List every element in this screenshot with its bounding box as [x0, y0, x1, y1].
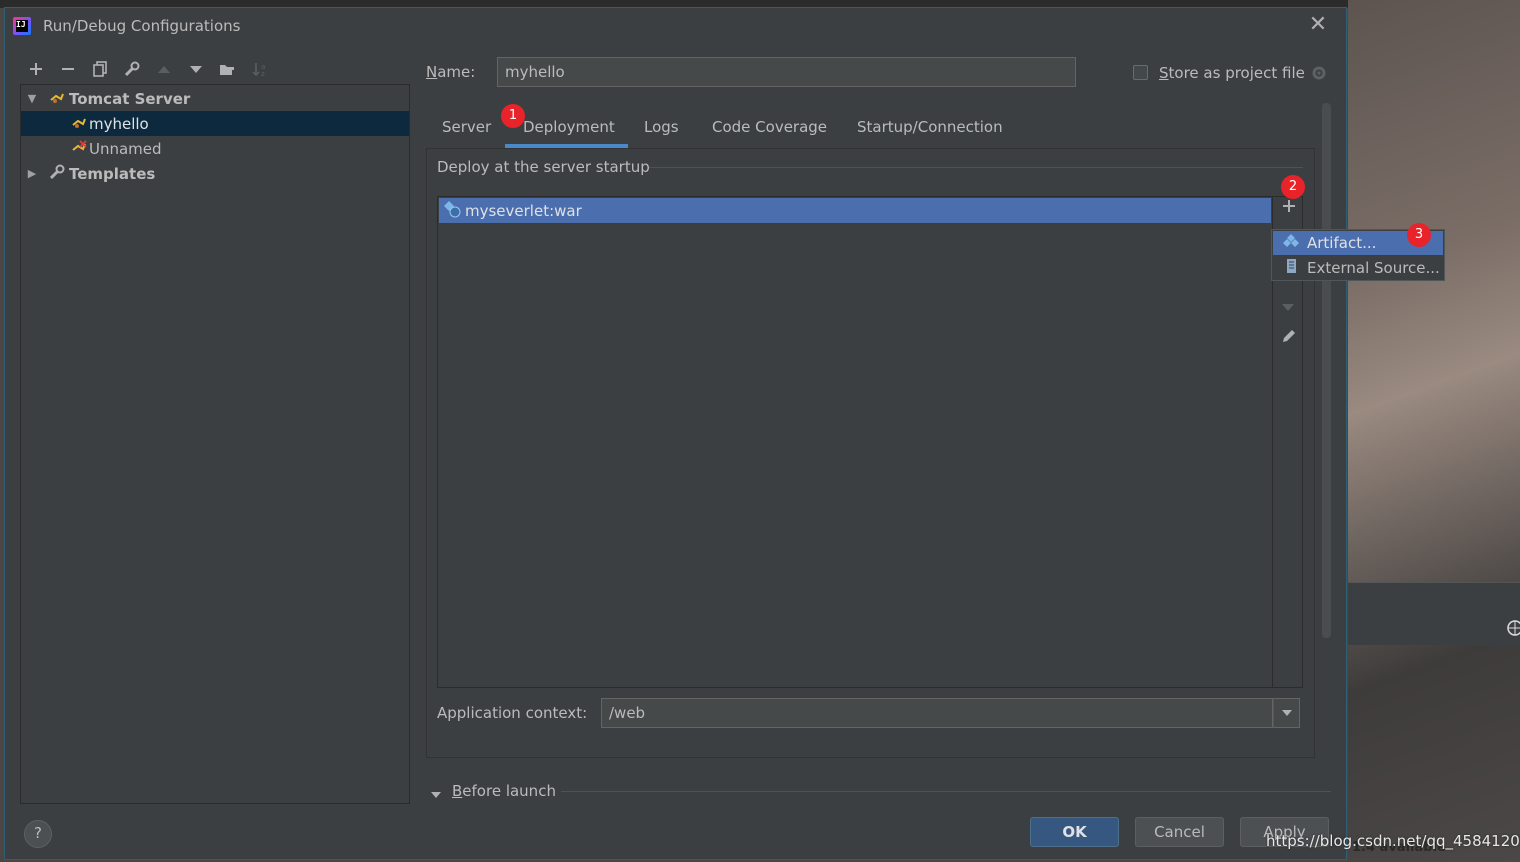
collapse-arrow-icon[interactable] [430, 786, 442, 804]
tree-item-label: Templates [69, 164, 156, 183]
help-button[interactable]: ? [24, 820, 52, 848]
close-button[interactable]: ✕ [1307, 14, 1329, 36]
store-project-label[interactable]: Store as project file [1159, 64, 1305, 82]
add-icon[interactable] [23, 58, 49, 80]
section-divider [649, 167, 1303, 168]
expanded-arrow-icon[interactable]: ▼ [27, 92, 37, 105]
step-badge: 2 [1281, 175, 1305, 199]
watermark: https://blog.csdn.net/qq_45841205 [1266, 832, 1520, 850]
wrench-icon[interactable] [119, 58, 145, 80]
app-context-field[interactable]: /web [601, 698, 1273, 728]
step-badge: 1 [501, 104, 525, 128]
tomcat-icon [49, 90, 65, 108]
app-context-dropdown[interactable] [1273, 698, 1300, 728]
store-project-checkbox[interactable] [1133, 65, 1148, 80]
artifact-label: myseverlet:war [465, 201, 582, 220]
run-debug-dialog: IJ Run/Debug Configurations ✕ az ▼ Tomca… [4, 7, 1445, 860]
step-badge: 3 [1407, 223, 1431, 247]
gear-icon[interactable] [1310, 64, 1328, 86]
list-item[interactable]: myseverlet:war [439, 198, 1271, 223]
background-panel-band [1348, 582, 1520, 645]
wrench-icon [49, 164, 65, 184]
artifact-list: myseverlet:war [437, 196, 1273, 688]
dialog-title: Run/Debug Configurations [43, 17, 241, 35]
copy-icon[interactable] [87, 58, 113, 80]
tree-item-label: Unnamed [89, 139, 162, 158]
menu-item-label: Artifact... [1307, 234, 1377, 252]
svg-text:z: z [261, 70, 265, 77]
before-launch-label[interactable]: Before launch [452, 782, 556, 800]
title-bar: IJ Run/Debug Configurations ✕ [5, 8, 1346, 46]
vertical-scrollbar[interactable] [1322, 103, 1331, 638]
tab-startup-connection[interactable]: Startup/Connection [857, 106, 1003, 148]
config-tree: ▼ Tomcat Server myhello Unnamed ▶ Templa… [20, 84, 410, 804]
tab-code-coverage[interactable]: Code Coverage [712, 106, 827, 148]
move-up-icon[interactable] [151, 58, 177, 80]
tab-deployment[interactable]: Deployment [523, 106, 615, 148]
tomcat-icon [71, 115, 87, 133]
add-icon[interactable] [1281, 198, 1297, 214]
remove-icon[interactable] [55, 58, 81, 80]
collapsed-arrow-icon[interactable]: ▶ [27, 167, 37, 180]
name-label: Name: [426, 63, 476, 81]
app-context-label: Application context: [437, 704, 588, 722]
move-down-icon[interactable] [183, 58, 209, 80]
cancel-button[interactable]: Cancel [1135, 817, 1224, 847]
edit-pencil-icon[interactable] [1281, 328, 1297, 348]
tree-item-templates[interactable]: ▶ Templates [21, 161, 409, 186]
crosshair-icon [1506, 619, 1520, 637]
name-field[interactable]: myhello [497, 57, 1076, 87]
tree-item-label: myhello [89, 114, 149, 133]
chevron-down-icon [1281, 710, 1292, 716]
sort-icon[interactable]: az [247, 58, 273, 80]
move-down-icon[interactable] [1281, 298, 1295, 316]
before-launch-divider [561, 791, 1331, 792]
tree-item-myhello[interactable]: myhello [21, 111, 409, 136]
tomcat-error-icon [71, 139, 87, 158]
tab-server[interactable]: Server [442, 106, 491, 148]
tab-logs[interactable]: Logs [644, 106, 679, 148]
menu-item-label: External Source... [1307, 259, 1440, 277]
artifact-icon [1283, 233, 1299, 253]
external-source-icon [1283, 258, 1299, 278]
background-window [1348, 0, 1520, 862]
intellij-logo-icon: IJ [13, 17, 31, 35]
tree-item-label: Tomcat Server [69, 89, 191, 108]
artifact-war-icon [443, 200, 461, 222]
tree-item-tomcat-server[interactable]: ▼ Tomcat Server [21, 86, 409, 111]
ok-button[interactable]: OK [1030, 817, 1119, 847]
menu-item-external-source[interactable]: External Source... [1273, 256, 1443, 280]
config-toolbar: az [23, 58, 273, 80]
tree-item-unnamed[interactable]: Unnamed [21, 136, 409, 161]
section-title: Deploy at the server startup [437, 158, 650, 176]
new-folder-icon[interactable] [215, 58, 241, 80]
